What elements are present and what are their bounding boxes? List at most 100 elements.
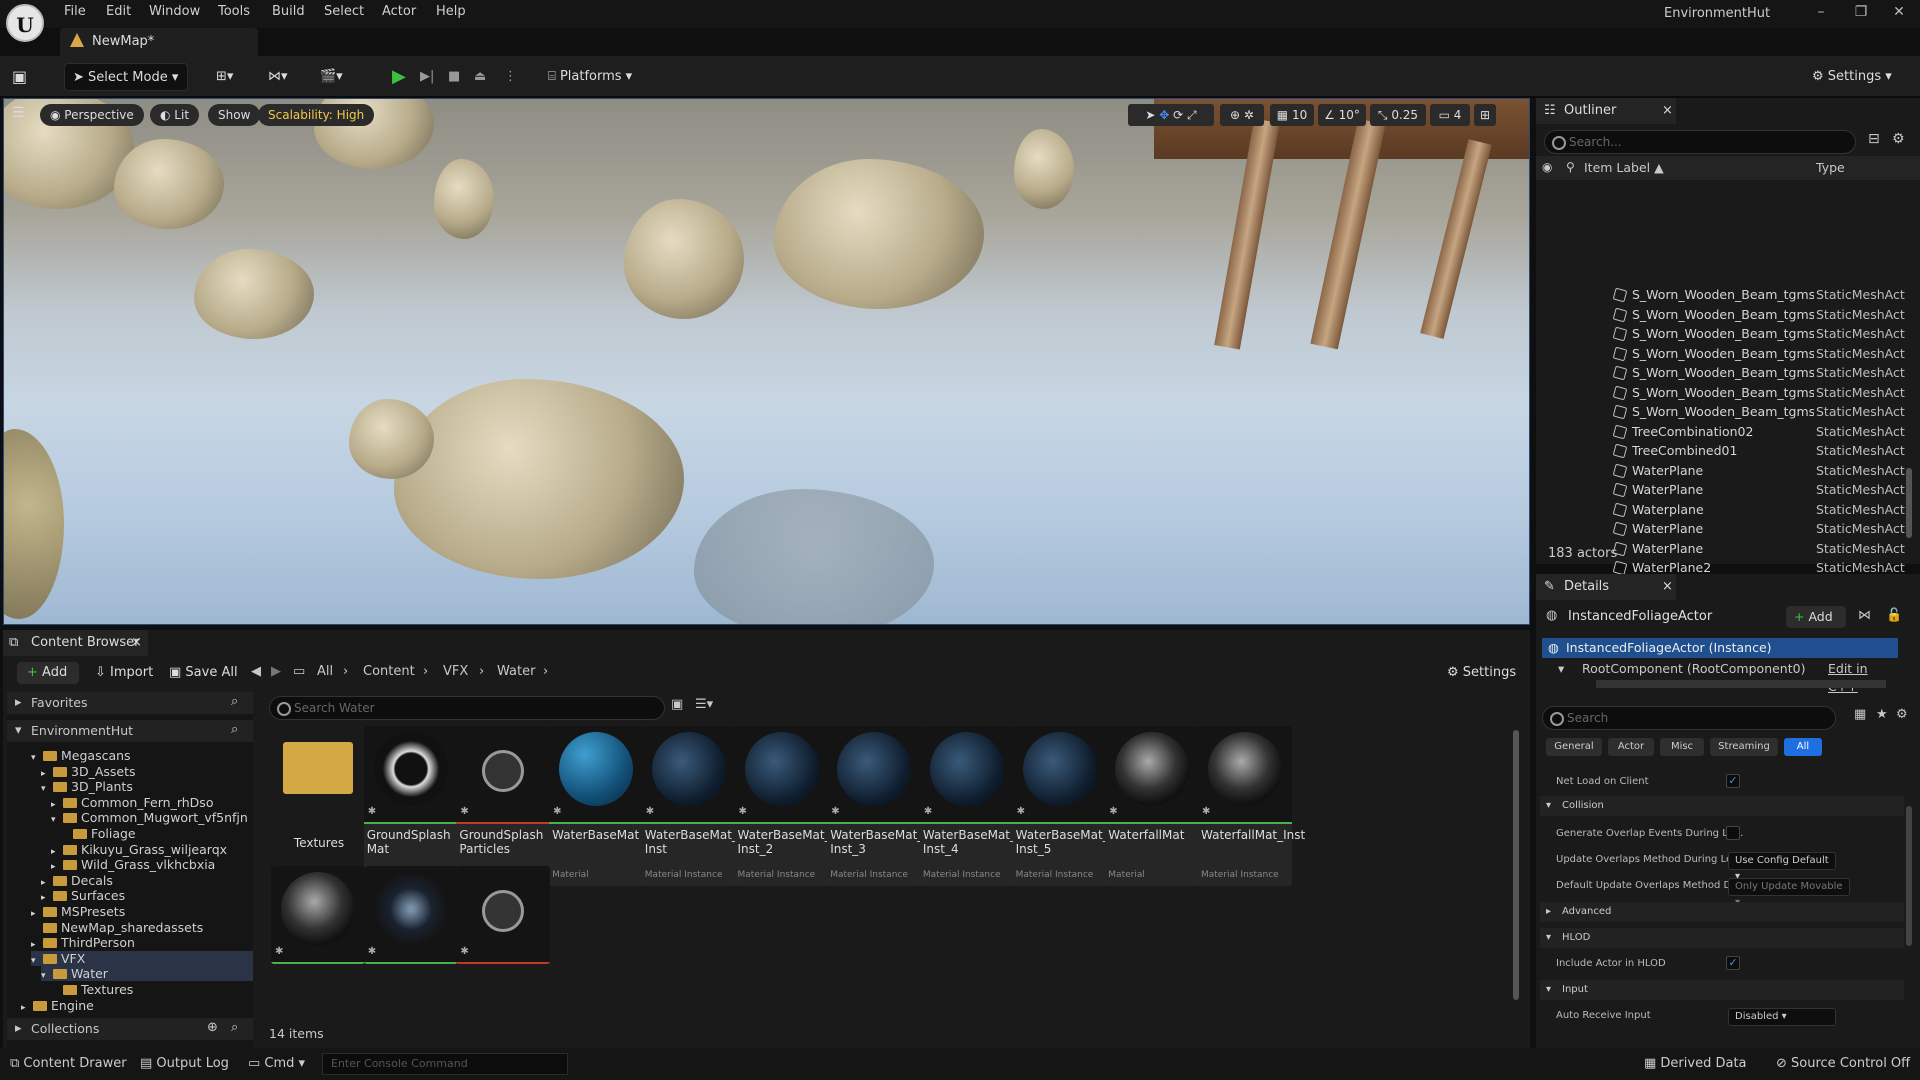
back-icon[interactable]: ◀	[251, 664, 261, 679]
edit-cpp-link[interactable]: Edit in C++	[1828, 660, 1898, 696]
asset-tile[interactable]: ✱ WaterfallMat_Inst Material Instance	[1198, 726, 1305, 886]
favorite-star-icon[interactable]: ✱	[460, 806, 468, 817]
asset-tile[interactable]: ✱ WaterBaseMat_ Inst_5 Material Instance	[1012, 726, 1109, 886]
type-column[interactable]: Type	[1816, 160, 1845, 175]
asset-tile[interactable]: ✱WaterSplash	[456, 866, 551, 964]
folder-tree-item[interactable]: ▾ 3D_Plants	[41, 779, 133, 794]
save-search-icon[interactable]: ▣	[671, 697, 683, 712]
folder-tree-item[interactable]: Textures	[51, 982, 133, 997]
favorite-star-icon[interactable]: ✱	[924, 806, 932, 817]
close-icon[interactable]: ✕	[1884, 4, 1914, 20]
collections-header[interactable]: ▸ Collections ⊕ ⌕	[7, 1018, 253, 1040]
cb-settings-button[interactable]: ⚙ Settings	[1447, 662, 1523, 684]
outliner-row[interactable]: S_Worn_Wooden_Beam_tgmsc StaticMeshAct	[1536, 403, 1905, 422]
move-tool-icon[interactable]: ✥	[1159, 108, 1173, 122]
folder-tree-item[interactable]: ▸ ThirdPerson	[31, 935, 135, 950]
folder-tree-item[interactable]: NewMap_sharedassets	[31, 920, 203, 935]
console-input[interactable]: Enter Console Command	[322, 1053, 568, 1075]
net-load-checkbox[interactable]: ✓	[1726, 774, 1740, 788]
content-browser-tab[interactable]: ⧉ Content Browser ×	[3, 630, 148, 656]
outliner-row[interactable]: TreeCombination02 StaticMeshAct	[1536, 423, 1905, 442]
folder-tree-item[interactable]: ▸ Kikuyu_Grass_wiljearqx	[51, 842, 227, 857]
outliner-scrollbar[interactable]	[1906, 468, 1912, 538]
collapsed-icon[interactable]: ▸	[41, 893, 53, 903]
settings-button[interactable]: ⚙ Settings ▾	[1812, 63, 1908, 91]
save-icon[interactable]: ▣	[12, 63, 34, 91]
add-collection-icon[interactable]: ⊕	[207, 1020, 218, 1035]
asset-search-input[interactable]: Search Water	[269, 696, 665, 720]
folder-tree-item[interactable]: Foliage	[61, 826, 136, 841]
folder-tree-item[interactable]: ▸ 3D_Assets	[41, 764, 136, 779]
menu-help[interactable]: Help	[436, 4, 466, 19]
expand-icon[interactable]: ▾	[41, 971, 53, 981]
expand-icon[interactable]: ▾	[41, 784, 53, 794]
search-icon[interactable]: ⌕	[231, 694, 238, 709]
folder-icon[interactable]: ▭	[293, 664, 305, 679]
favorite-star-icon[interactable]: ✱	[553, 806, 561, 817]
favorite-star-icon[interactable]: ✱	[1109, 806, 1117, 817]
path-segment[interactable]: Water	[497, 664, 535, 679]
collapsed-icon[interactable]: ▸	[31, 940, 43, 950]
unreal-logo-icon[interactable]: U	[6, 4, 44, 42]
menu-window[interactable]: Window	[149, 4, 200, 19]
rotation-snap-button[interactable]: ∠ 10°	[1318, 104, 1366, 126]
filter-tab-general[interactable]: General	[1546, 738, 1602, 756]
show-button[interactable]: Show	[208, 104, 261, 126]
platforms-dropdown[interactable]: ⌸ Platforms ▾	[548, 63, 648, 91]
scale-tool-icon[interactable]: ⤢	[1187, 108, 1197, 122]
new-folder-icon[interactable]: ⊟	[1868, 131, 1880, 147]
asset-tile[interactable]: ✱GroundSplash ParticlesNiagara System	[456, 726, 551, 886]
level-viewport[interactable]: ☰ ◉ Perspective ◐ Lit Show Scalability: …	[3, 98, 1530, 625]
table-view-icon[interactable]: ▦	[1854, 707, 1866, 722]
section-advanced[interactable]: ▸ Advanced	[1540, 902, 1904, 922]
outliner-row[interactable]: WaterPlane StaticMeshAct	[1536, 481, 1905, 500]
details-tab[interactable]: ✎ Details ×	[1536, 574, 1676, 600]
outliner-row[interactable]: S_Worn_Wooden_Beam_tgmsc StaticMeshAct	[1536, 364, 1905, 383]
favorite-star-icon[interactable]: ✱	[646, 806, 654, 817]
content-drawer-button[interactable]: ⧉ Content Drawer	[10, 1056, 127, 1071]
filter-tab-all[interactable]: All	[1784, 738, 1822, 756]
section-collision[interactable]: ▾ Collision	[1540, 796, 1904, 816]
forward-icon[interactable]: ▶	[271, 664, 281, 679]
asset-scrollbar[interactable]	[1513, 730, 1519, 1000]
auto-receive-input-dropdown[interactable]: Disabled ▾	[1728, 1008, 1836, 1026]
details-scrollbar[interactable]	[1906, 806, 1912, 946]
menu-tools[interactable]: Tools	[218, 4, 250, 19]
more-options-icon[interactable]: ⋮	[504, 63, 517, 91]
eye-icon[interactable]: ◉	[1542, 160, 1552, 174]
rotate-tool-icon[interactable]: ⟳	[1173, 108, 1187, 122]
menu-edit[interactable]: Edit	[106, 4, 131, 19]
viewport-menu-icon[interactable]: ☰	[12, 105, 25, 121]
grid-snap-button[interactable]: ▦ 10	[1270, 104, 1314, 126]
outliner-row[interactable]: WaterPlane StaticMeshAct	[1536, 462, 1905, 481]
transform-tools[interactable]: ➤ ✥ ⟳ ⤢	[1128, 104, 1214, 126]
gear-icon[interactable]: ⚙	[1892, 131, 1905, 147]
search-icon[interactable]: ⌕	[231, 1020, 238, 1035]
add-button[interactable]: + Add	[17, 662, 79, 684]
lock-icon[interactable]: 🔓	[1886, 608, 1902, 623]
source-control-button[interactable]: ⊘ Source Control Off	[1776, 1056, 1910, 1071]
collapsed-icon[interactable]: ▸	[51, 847, 63, 857]
default-update-overlaps-dropdown[interactable]: Only Update Movable ▾	[1728, 878, 1850, 908]
outliner-row[interactable]: Waterplane StaticMeshAct	[1536, 501, 1905, 520]
search-icon[interactable]: ⌕	[231, 722, 238, 737]
world-local-icon[interactable]: ⊕ ✲	[1220, 104, 1264, 126]
favorites-header[interactable]: ▸ Favorites ⌕	[7, 692, 253, 714]
select-tool-icon[interactable]: ➤	[1145, 108, 1159, 122]
folder-tree-item[interactable]: ▾ Water	[41, 966, 253, 982]
folder-tree-item[interactable]: ▸ Surfaces	[41, 888, 125, 903]
asset-tile[interactable]: Textures	[271, 726, 365, 886]
asset-tile[interactable]: ✱ WaterBaseMat_ Inst Material Instance	[641, 726, 738, 886]
collapsed-icon[interactable]: ▸	[31, 909, 43, 919]
asset-tile[interactable]: ✱ WaterBaseMat Material	[549, 726, 644, 886]
close-tab-icon[interactable]: ×	[131, 630, 142, 656]
favorite-star-icon[interactable]: ✱	[368, 946, 376, 957]
generate-overlap-checkbox[interactable]	[1726, 826, 1740, 840]
derived-data-button[interactable]: ▦ Derived Data	[1644, 1056, 1747, 1071]
folder-tree-item[interactable]: ▸ Decals	[41, 873, 113, 888]
close-tab-icon[interactable]: ×	[1662, 98, 1673, 124]
restore-icon[interactable]: ❐	[1846, 4, 1876, 20]
include-hlod-checkbox[interactable]: ✓	[1726, 956, 1740, 970]
menu-actor[interactable]: Actor	[382, 4, 416, 19]
folder-tree-item[interactable]: ▾ Common_Mugwort_vf5nfjn	[51, 810, 248, 825]
